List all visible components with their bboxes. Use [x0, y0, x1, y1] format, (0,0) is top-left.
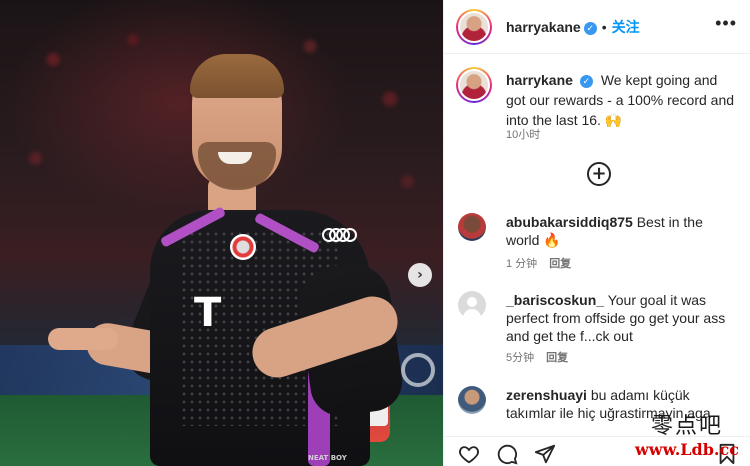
post-action-bar: [444, 436, 750, 466]
commenter-avatar-default[interactable]: [458, 291, 486, 319]
shorts-tag: NEAT BOY: [308, 454, 347, 462]
post-photo: T NEAT BOY ›: [0, 0, 443, 466]
separator-dot: •: [601, 19, 607, 35]
comment-item: zerenshuayi bu adamı küçük takımlar ile …: [458, 386, 743, 432]
reply-button[interactable]: 回复: [546, 352, 568, 364]
comment-body: abubakarsiddiq875 Best in the world 🔥: [506, 213, 738, 249]
carousel-next-button[interactable]: ›: [408, 263, 432, 287]
post-caption: harrykane ✓ We kept going and got our rew…: [506, 70, 738, 130]
ring-4: [343, 228, 357, 242]
comment-timestamp: 1 分钟: [506, 258, 538, 270]
author-username[interactable]: harryakane: [506, 19, 581, 35]
main-player: T NEAT BOY: [40, 50, 420, 466]
comment-meta: 5分钟 回复: [506, 349, 568, 365]
comment-timestamp: 5分钟: [506, 352, 535, 364]
share-icon[interactable]: [534, 443, 556, 465]
follow-button[interactable]: 关注: [612, 19, 640, 35]
author-avatar[interactable]: [456, 9, 492, 45]
caption-timestamp[interactable]: 10小时: [506, 126, 540, 142]
caption-avatar-image: [458, 69, 490, 101]
comment-body: zerenshuayi bu adamı küçük takımlar ile …: [506, 386, 738, 422]
caption-avatar[interactable]: [456, 67, 492, 103]
comment-item: abubakarsiddiq875 Best in the world 🔥 1 …: [458, 213, 743, 273]
commenter-avatar[interactable]: [458, 213, 486, 241]
player-hair: [190, 54, 284, 98]
comment-body: _bariscoskun_ Your goal it was perfect f…: [506, 291, 738, 345]
verified-badge-icon: ✓: [579, 74, 593, 88]
comment-item: _bariscoskun_ Your goal it was perfect f…: [458, 291, 743, 371]
comment-icon[interactable]: [496, 443, 518, 465]
commenter-avatar[interactable]: [458, 386, 486, 414]
sleeve-sponsor-logo: [322, 228, 358, 242]
verified-badge-icon: ✓: [583, 22, 597, 35]
header-line: harryakane ✓ • 关注: [506, 17, 640, 37]
player-pointing-hand: [48, 328, 118, 350]
caption-username[interactable]: harrykane: [506, 72, 573, 88]
commenter-username[interactable]: zerenshuayi: [506, 387, 587, 403]
commenter-username[interactable]: _bariscoskun_: [506, 292, 604, 308]
load-more-comments-button[interactable]: +: [587, 162, 611, 186]
comment-meta: 1 分钟 回复: [506, 255, 571, 271]
more-horizontal-icon[interactable]: •••: [715, 13, 737, 34]
plus-circle-icon: +: [591, 163, 607, 184]
post-side-panel: harryakane ✓ • 关注 ••• harrykane ✓ We kept go…: [443, 0, 750, 466]
reply-button[interactable]: 回复: [549, 258, 571, 270]
save-icon[interactable]: [716, 443, 738, 465]
jersey-sponsor-logo: T: [194, 290, 221, 336]
chevron-right-icon: ›: [417, 267, 423, 283]
commenter-username[interactable]: abubakarsiddiq875: [506, 214, 633, 230]
like-icon[interactable]: [458, 443, 480, 465]
club-crest: [230, 234, 256, 260]
author-avatar-image: [458, 11, 490, 43]
post-header: harryakane ✓ • 关注 •••: [444, 0, 750, 54]
